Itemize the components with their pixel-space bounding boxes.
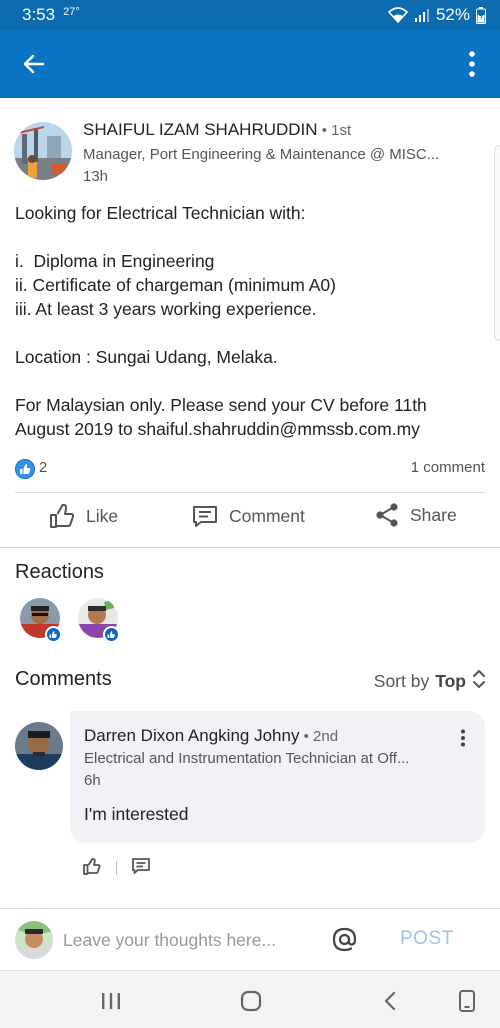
- thumbs-up-icon: [48, 502, 76, 530]
- comment-count[interactable]: 1 comment: [411, 459, 485, 476]
- post-line: [15, 321, 485, 345]
- my-avatar: [15, 921, 53, 959]
- post-line: [15, 369, 485, 393]
- signal-icon: [414, 8, 430, 22]
- divider: [15, 492, 485, 493]
- post-header: SHAIFUL IZAM SHAHRUDDIN • 1st Manager, P…: [0, 118, 500, 188]
- comment-icon: [191, 502, 219, 530]
- post-actions: Like Comment Share: [0, 494, 500, 546]
- share-label: Share: [410, 504, 457, 525]
- back-icon[interactable]: [382, 990, 398, 1017]
- connection-degree: • 2nd: [299, 728, 339, 745]
- post-line: iii. At least 3 years working experience…: [15, 299, 317, 319]
- commenter-avatar[interactable]: [15, 722, 63, 770]
- post-line: Location : Sungai Udang, Melaka.: [15, 347, 278, 367]
- recent-apps-icon[interactable]: [100, 991, 122, 1016]
- status-bar: 3:53 27° 52%: [0, 0, 500, 30]
- separator: [116, 861, 117, 875]
- like-label: Like: [86, 505, 119, 526]
- author-headline: Manager, Port Engineering & Maintenance …: [83, 146, 440, 163]
- comment-input[interactable]: [63, 927, 313, 953]
- like-badge-icon: [103, 626, 120, 643]
- comment-reply-icon[interactable]: [131, 856, 151, 881]
- reactions-heading: Reactions: [15, 561, 104, 583]
- comment-bubble: Darren Dixon Angking Johny • 2nd Electri…: [70, 711, 485, 843]
- section-divider: [0, 547, 500, 548]
- post-button[interactable]: POST: [400, 928, 454, 950]
- post-line: ii. Certificate of chargeman (minimum A0…: [15, 275, 336, 295]
- comment-compose-bar: POST: [0, 909, 500, 969]
- post-stats: 2 1 comment: [15, 458, 485, 480]
- share-icon: [374, 502, 400, 528]
- like-reaction-icon[interactable]: [15, 459, 35, 479]
- comment-label: Comment: [229, 505, 305, 526]
- comment-actions: [82, 856, 151, 880]
- post-line: For Malaysian only. Please send your CV …: [15, 395, 427, 415]
- system-nav-bar: [0, 970, 500, 1028]
- wifi-icon: [387, 7, 408, 23]
- post-line: [15, 225, 485, 249]
- post-line: Looking for Electrical Technician with:: [15, 203, 306, 223]
- sort-chevrons-icon: [472, 669, 486, 694]
- like-button[interactable]: Like: [48, 502, 118, 530]
- comment-like-icon[interactable]: [82, 856, 102, 881]
- comment-time: 6h: [84, 772, 101, 789]
- scroll-edge: [494, 145, 500, 341]
- sort-value: Top: [435, 671, 466, 691]
- share-button[interactable]: Share: [374, 502, 457, 528]
- comment-button[interactable]: Comment: [191, 502, 305, 530]
- phone-frame-icon[interactable]: [458, 989, 476, 1018]
- post-body: Looking for Electrical Technician with: …: [15, 201, 485, 441]
- author-name[interactable]: SHAIFUL IZAM SHAHRUDDIN • 1st: [83, 120, 351, 140]
- app-bar: [0, 30, 500, 98]
- battery-percent: 52%: [435, 5, 470, 24]
- comment-text: I'm interested: [84, 804, 189, 824]
- back-arrow-icon[interactable]: [20, 50, 48, 78]
- status-icons: 52%: [387, 5, 486, 25]
- battery-icon: [476, 6, 486, 24]
- home-icon[interactable]: [240, 990, 262, 1017]
- post-time: 13h: [83, 168, 109, 185]
- more-vertical-icon[interactable]: [466, 50, 478, 78]
- post-line: i. Diploma in Engineering: [15, 251, 215, 271]
- like-count[interactable]: 2: [39, 459, 47, 476]
- mention-icon[interactable]: [331, 926, 358, 953]
- commenter-name[interactable]: Darren Dixon Angking Johny • 2nd: [84, 726, 338, 746]
- sort-label: Sort by: [373, 671, 430, 691]
- status-temperature: 27°: [63, 6, 80, 18]
- post-line: August 2019 to shaiful.shahruddin@mmssb.…: [15, 419, 420, 439]
- like-badge-icon: [45, 626, 62, 643]
- status-time: 3:53: [22, 5, 56, 24]
- commenter-headline: Electrical and Instrumentation Technicia…: [84, 750, 410, 767]
- sort-dropdown[interactable]: Sort by Top: [374, 669, 486, 694]
- connection-degree: • 1st: [317, 122, 352, 139]
- comments-heading: Comments: [15, 668, 112, 690]
- comment-more-icon[interactable]: [459, 729, 467, 747]
- author-avatar[interactable]: [14, 122, 72, 180]
